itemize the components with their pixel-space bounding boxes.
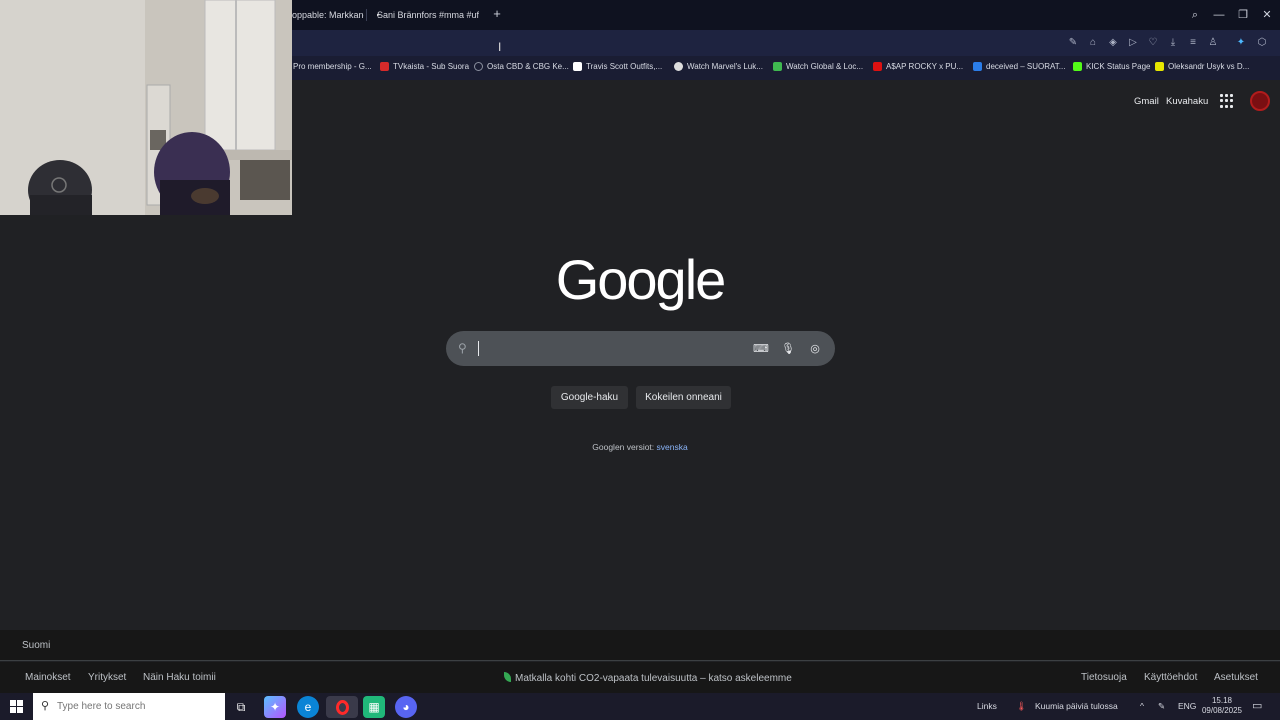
footer-link-settings[interactable]: Asetukset xyxy=(1214,672,1258,683)
weather-widget[interactable]: Kuumia päiviä tulossa xyxy=(1035,701,1118,711)
apps-grid-icon[interactable] xyxy=(1220,94,1234,108)
search-box[interactable]: ⚲ ⌨ 🎙 ◎ xyxy=(446,331,835,366)
extension-icon[interactable]: ◈ xyxy=(1107,37,1119,49)
tab-label: Sani Brännfors #mma #ufc xyxy=(377,10,479,20)
language-indicator[interactable]: ENG xyxy=(1178,701,1196,711)
home-icon[interactable]: ⌂ xyxy=(1087,37,1099,49)
copilot-icon[interactable]: ✦ xyxy=(264,696,286,718)
tab-markkanen[interactable]: oppable: Markkanen xyxy=(292,6,364,24)
leaf-icon xyxy=(504,672,511,682)
discord-icon[interactable]: ◕ xyxy=(395,696,417,718)
webcam-feed-image xyxy=(0,0,292,215)
aria-icon[interactable]: ✦ xyxy=(1235,37,1247,49)
restore-icon[interactable]: ❐ xyxy=(1234,6,1252,24)
edge-icon[interactable]: e xyxy=(297,696,319,718)
bookmark-fav-icon xyxy=(1155,62,1164,71)
microphone-icon[interactable]: 🎙 xyxy=(780,341,796,357)
tab-divider xyxy=(366,9,367,21)
images-link[interactable]: Kuvahaku xyxy=(1166,96,1208,107)
close-icon[interactable]: ✕ xyxy=(1258,6,1276,24)
footer-link-how-search-works[interactable]: Näin Haku toimii xyxy=(143,672,216,683)
bookmark-item[interactable]: Osta CBD & CBG Ke... xyxy=(474,62,569,71)
image-icon xyxy=(973,62,982,71)
clock-time: 15.18 xyxy=(1211,696,1232,705)
bookmark-item[interactable]: Pro membership - G... xyxy=(293,62,372,71)
tv-icon xyxy=(380,62,389,71)
text-cursor-icon: I xyxy=(498,40,502,54)
tab-label: oppable: Markkanen xyxy=(292,10,364,20)
pen-icon[interactable]: ✎ xyxy=(1158,701,1165,712)
footer-country: Suomi xyxy=(22,640,51,651)
camera-lens-icon[interactable]: ◎ xyxy=(807,341,823,357)
feeling-lucky-button[interactable]: Kokeilen onneani xyxy=(636,386,731,409)
chevron-up-icon[interactable]: ^ xyxy=(1140,701,1144,711)
footer-link-business[interactable]: Yritykset xyxy=(88,672,126,683)
task-view-icon[interactable]: ⧉ xyxy=(230,696,252,718)
bookmark-item[interactable]: Oleksandr Usyk vs D... xyxy=(1155,62,1249,71)
bookmark-item[interactable]: KICK Status Page xyxy=(1073,62,1150,71)
windows-start-icon[interactable] xyxy=(10,700,23,713)
notification-icon[interactable]: ▭ xyxy=(1252,699,1262,712)
taskbar-search[interactable]: ⚲ xyxy=(33,693,225,720)
search-icon: ⚲ xyxy=(458,341,467,355)
footer-country-bar: Suomi xyxy=(0,630,1280,661)
google-logo: Google xyxy=(555,248,727,311)
footer-link-privacy[interactable]: Tietosuoja xyxy=(1081,672,1127,683)
gmail-link[interactable]: Gmail xyxy=(1134,96,1159,107)
bookmark-item[interactable]: Watch Marvel's Luk... xyxy=(674,62,763,71)
profile-icon[interactable]: ♙ xyxy=(1207,37,1219,49)
google-search-button[interactable]: Google-haku xyxy=(551,386,628,409)
circle-icon xyxy=(474,62,483,71)
minimize-icon[interactable]: — xyxy=(1210,6,1228,24)
language-versions: Googlen versiot: svenska xyxy=(592,442,688,452)
calendar-app-icon[interactable]: ▦ xyxy=(363,696,385,718)
bookmark-item[interactable]: Travis Scott Outfits,... xyxy=(573,62,662,71)
search-input[interactable] xyxy=(482,338,742,359)
menu-icon[interactable]: ≡ xyxy=(1187,37,1199,49)
opera-gx-icon[interactable] xyxy=(326,696,358,718)
clock[interactable]: 15.18 09/08/2025 xyxy=(1202,696,1242,716)
bookmark-item[interactable]: Watch Global & Loc... xyxy=(773,62,863,71)
links-toolbar[interactable]: Links xyxy=(977,701,997,711)
cube-icon[interactable]: ⬡ xyxy=(1256,37,1268,49)
wifi-icon xyxy=(674,62,683,71)
account-avatar[interactable] xyxy=(1250,91,1270,111)
snapshot-icon[interactable]: ✎ xyxy=(1067,37,1079,49)
puma-icon xyxy=(873,62,882,71)
keyboard-icon[interactable]: ⌨ xyxy=(753,341,769,357)
footer-link-ads[interactable]: Mainokset xyxy=(25,672,71,683)
plus-icon[interactable]: + xyxy=(490,7,504,21)
text-caret xyxy=(478,341,479,356)
clock-date: 09/08/2025 xyxy=(1201,706,1242,715)
search-icon: ⚲ xyxy=(41,700,50,712)
bookmark-item[interactable]: deceived – SUORAT... xyxy=(973,62,1065,71)
tab-sani-brannfors[interactable]: Sani Brännfors #mma #ufc xyxy=(373,6,479,24)
svenska-link[interactable]: svenska xyxy=(657,442,688,452)
tv-green-icon xyxy=(773,62,782,71)
windows-taskbar: ⚲ ⧉ ✦ e ▦ ◕ Links 🌡 Kuumia päiviä tuloss… xyxy=(0,693,1280,720)
footer-links-bar: Mainokset Yritykset Näin Haku toimii Mat… xyxy=(0,662,1280,693)
screen: oppable: Markkanen Sani Brännfors #mma #… xyxy=(0,0,1280,720)
travis-icon xyxy=(573,62,582,71)
webcam-overlay xyxy=(0,0,292,215)
bookmark-item[interactable]: A$AP ROCKY x PU... xyxy=(873,62,963,71)
play-icon[interactable]: ▷ xyxy=(1127,37,1139,49)
thermometer-icon: 🌡 xyxy=(1016,701,1027,711)
heart-icon[interactable]: ♡ xyxy=(1147,37,1159,49)
download-icon[interactable]: ⤓ xyxy=(1167,37,1179,49)
footer-link-terms[interactable]: Käyttöehdot xyxy=(1144,672,1197,683)
search-icon[interactable]: ⌕ xyxy=(1186,6,1204,24)
kick-icon xyxy=(1073,62,1082,71)
bookmark-item[interactable]: TVkaista - Sub Suora xyxy=(380,62,469,71)
taskbar-search-input[interactable] xyxy=(57,698,217,715)
footer-carbon-link[interactable]: Matkalla kohti CO2-vapaata tulevaisuutta… xyxy=(504,672,792,684)
